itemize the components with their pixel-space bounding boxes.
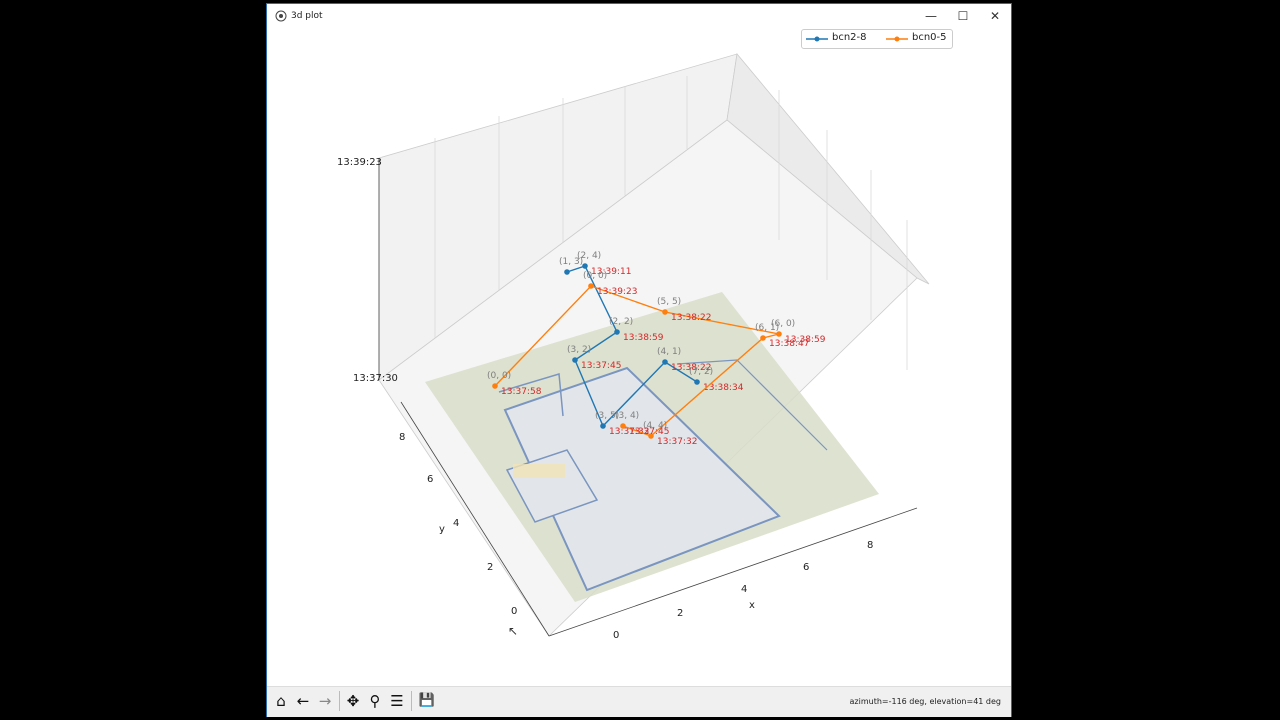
point-coord-label: (6, 1) xyxy=(755,323,779,333)
x-tick-label: 2 xyxy=(677,608,683,619)
x-tick-label: 8 xyxy=(867,540,873,551)
3d-plot-canvas[interactable]: 02468 02468 13:37:3013:39:23 x y (1, 3)(… xyxy=(267,30,1011,686)
data-point xyxy=(492,383,498,389)
legend-item-bcn2-8: bcn2-8 xyxy=(832,32,867,43)
app-icon xyxy=(275,10,287,22)
point-coord-label: (2, 2) xyxy=(609,317,633,327)
configure-icon[interactable]: ☰ xyxy=(387,691,407,711)
point-time-label: 13:38:47 xyxy=(769,339,809,349)
save-icon[interactable]: 💾 xyxy=(417,691,437,711)
legend-marker-bcn2-8 xyxy=(806,36,828,42)
pan-icon[interactable]: ✥ xyxy=(343,691,363,711)
data-point xyxy=(662,309,668,315)
y-tick-label: 0 xyxy=(511,606,517,617)
point-time-label: 13:38:59 xyxy=(623,333,664,343)
window-title: 3d plot xyxy=(291,11,323,21)
zoom-icon[interactable]: ⚲ xyxy=(365,691,385,711)
x-tick-label: 0 xyxy=(613,630,619,641)
point-time-label: 13:37:32 xyxy=(657,437,697,447)
legend-item-bcn0-5: bcn0-5 xyxy=(912,32,947,43)
point-coord-label: (7, 2) xyxy=(689,367,713,377)
point-time-label: 13:37:58 xyxy=(501,387,542,397)
back-icon[interactable]: ← xyxy=(293,691,313,711)
y-axis-label: y xyxy=(439,524,445,535)
z-tick-label: 13:39:23 xyxy=(337,157,382,168)
data-point xyxy=(564,269,570,275)
data-point xyxy=(614,329,620,335)
toolbar-separator xyxy=(339,691,340,711)
point-coord-label: (2, 4) xyxy=(577,251,601,261)
close-button[interactable]: ✕ xyxy=(979,4,1011,28)
y-tick-label: 6 xyxy=(427,474,433,485)
point-coord-label: (3, 4) xyxy=(615,411,639,421)
plot-window: 3d plot — ☐ ✕ 0 2 4 6 8 0 2 4 6 8 13:37:30 13:39:… xyxy=(266,3,1012,717)
point-time-label: 13:37:45 xyxy=(629,427,669,437)
point-coord-label: (4, 1) xyxy=(657,347,681,357)
data-point xyxy=(620,423,626,429)
point-coord-label: (5, 5) xyxy=(657,297,681,307)
x-tick-label: 4 xyxy=(741,584,747,595)
data-point xyxy=(572,357,578,363)
x-axis-label: x xyxy=(749,600,755,611)
nav-toolbar: ⌂ ← → ✥ ⚲ ☰ 💾 azimuth=-116 deg, elevatio… xyxy=(267,686,1011,717)
x-tick-label: 6 xyxy=(803,562,809,573)
point-time-label: 13:37:45 xyxy=(581,361,621,371)
status-readout: azimuth=-116 deg, elevation=41 deg xyxy=(849,697,1002,706)
point-coord-label: (0, 0) xyxy=(583,271,607,281)
point-coord-label: (0, 0) xyxy=(487,371,511,381)
y-tick-label: 4 xyxy=(453,518,459,529)
maximize-button[interactable]: ☐ xyxy=(947,4,979,28)
forward-icon[interactable]: → xyxy=(315,691,335,711)
legend-marker-bcn0-5 xyxy=(886,36,908,42)
title-bar: 3d plot — ☐ ✕ xyxy=(267,4,1011,30)
data-point xyxy=(760,335,766,341)
z-tick-label: 13:37:30 xyxy=(353,373,398,384)
data-point xyxy=(582,263,588,269)
data-point xyxy=(600,423,606,429)
minimize-button[interactable]: — xyxy=(915,4,947,28)
point-coord-label: (3, 2) xyxy=(567,345,591,355)
y-tick-label: 8 xyxy=(399,432,405,443)
data-point xyxy=(694,379,700,385)
y-tick-label: 2 xyxy=(487,562,493,573)
point-time-label: 13:38:22 xyxy=(671,313,711,323)
mouse-cursor-icon: ↖ xyxy=(508,624,519,638)
point-time-label: 13:39:23 xyxy=(597,287,637,297)
data-point xyxy=(662,359,668,365)
home-icon[interactable]: ⌂ xyxy=(271,691,291,711)
toolbar-separator xyxy=(411,691,412,711)
legend: bcn2-8 bcn0-5 xyxy=(801,29,953,49)
data-point xyxy=(588,283,594,289)
